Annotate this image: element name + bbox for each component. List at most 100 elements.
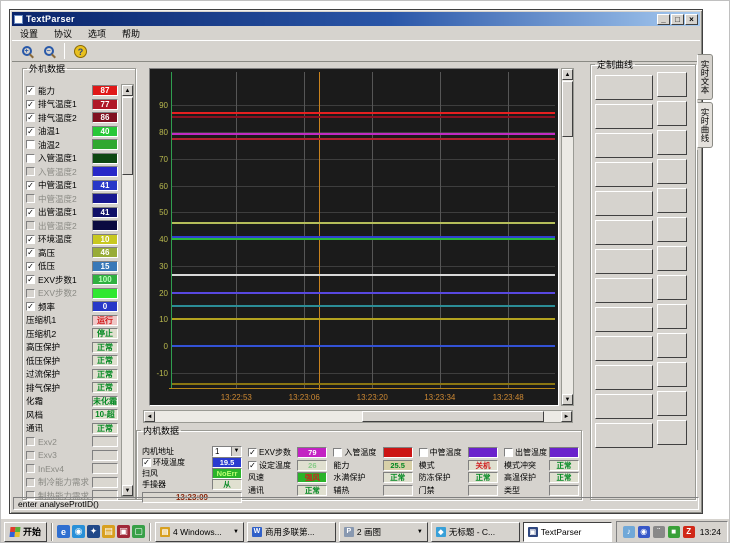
restore-button[interactable]: □: [671, 14, 684, 25]
custom-curve-value-slot[interactable]: [657, 159, 687, 184]
custom-curve-slot[interactable]: [595, 104, 653, 129]
checkbox[interactable]: ✓: [26, 181, 35, 190]
checkbox[interactable]: [26, 154, 35, 163]
checkbox[interactable]: ✓: [26, 127, 35, 136]
tray-icon-messenger[interactable]: ◉: [638, 526, 650, 538]
custom-curve-value-slot[interactable]: [657, 362, 687, 387]
checkbox[interactable]: ✓: [248, 461, 257, 470]
custom-curve-slot[interactable]: [595, 220, 653, 245]
scroll-up-icon[interactable]: ▲: [122, 85, 133, 96]
custom-curve-value-slot[interactable]: [657, 130, 687, 155]
notes-icon[interactable]: ▢: [132, 525, 145, 538]
messenger-icon[interactable]: ◉: [72, 525, 85, 538]
outdoor-scrollbar-thumb[interactable]: [122, 97, 133, 175]
custom-curve-slot[interactable]: [595, 249, 653, 274]
chart-plot[interactable]: 9080706050403020100-1013:22:5313:23:0613…: [171, 72, 555, 389]
y-tick-label: 60: [151, 182, 168, 191]
custom-curve-slot[interactable]: [595, 307, 653, 332]
taskbar-task-button[interactable]: ▣TextParser: [523, 522, 612, 542]
custom-curve-value-slot[interactable]: [657, 333, 687, 358]
checkbox[interactable]: ✓: [26, 86, 35, 95]
custom-curve-slot[interactable]: [595, 423, 653, 448]
checkbox[interactable]: [26, 140, 35, 149]
checkbox[interactable]: ✓: [26, 302, 35, 311]
checkbox[interactable]: [419, 448, 428, 457]
zoom-in-button[interactable]: +: [17, 42, 36, 60]
custom-curve-slot[interactable]: [595, 75, 653, 100]
chevron-down-icon[interactable]: ▼: [417, 529, 423, 535]
taskbar-task-button[interactable]: ▤4 Windows...▼: [155, 522, 244, 542]
custom-curve-value-slot[interactable]: [657, 101, 687, 126]
checkbox[interactable]: ✓: [142, 458, 151, 467]
zoom-out-button[interactable]: −: [39, 42, 58, 60]
checkbox[interactable]: ✓: [248, 448, 257, 457]
custom-curve-slot[interactable]: [595, 336, 653, 361]
custom-curve-value-slot[interactable]: [657, 420, 687, 445]
dock-tab-0[interactable]: 实时文本: [697, 54, 713, 100]
chevron-down-icon[interactable]: ▼: [231, 447, 241, 456]
custom-curve-value-slot[interactable]: [657, 246, 687, 271]
menu-item-1[interactable]: 协议: [54, 27, 72, 40]
custom-curve-value-slot[interactable]: [657, 304, 687, 329]
scroll-down-icon[interactable]: ▼: [122, 485, 133, 496]
menu-item-0[interactable]: 设置: [20, 27, 38, 40]
media-player-icon[interactable]: ✦: [87, 525, 100, 538]
dock-tab-1[interactable]: 实时曲线: [697, 102, 713, 148]
custom-curve-slot[interactable]: [595, 278, 653, 303]
custom-curve-value-slot[interactable]: [657, 217, 687, 242]
scroll-left-icon[interactable]: ◄: [144, 411, 155, 422]
checkbox[interactable]: ✓: [26, 275, 35, 284]
chart-vertical-scrollbar[interactable]: ▲ ▼: [561, 68, 574, 406]
checkbox[interactable]: [504, 448, 513, 457]
start-button[interactable]: 开始: [4, 522, 47, 542]
scroll-up-icon[interactable]: ▲: [562, 69, 573, 80]
chart-vscroll-thumb[interactable]: [562, 81, 573, 137]
custom-curve-slot[interactable]: [595, 191, 653, 216]
checkbox[interactable]: ✓: [26, 208, 35, 217]
scroll-right-icon[interactable]: ►: [561, 411, 572, 422]
custom-curve-slot[interactable]: [595, 394, 653, 419]
chevron-down-icon[interactable]: ▼: [233, 529, 239, 535]
mail-icon[interactable]: ▤: [102, 525, 115, 538]
help-button[interactable]: ?: [71, 42, 90, 60]
chart-horizontal-scrollbar[interactable]: ◄ ►: [143, 410, 573, 423]
close-button[interactable]: ×: [685, 14, 698, 25]
custom-curve-slot[interactable]: [595, 365, 653, 390]
tray-icon-antivirus[interactable]: ■: [668, 526, 680, 538]
security-icon[interactable]: ▣: [117, 525, 130, 538]
chart-hscroll-thumb[interactable]: [362, 411, 544, 422]
checkbox[interactable]: ✓: [26, 262, 35, 271]
checkbox[interactable]: ✓: [26, 248, 35, 257]
tray-icon-audio[interactable]: ♪: [623, 526, 635, 538]
titlebar[interactable]: TextParser _□×: [12, 12, 700, 26]
minimize-button[interactable]: _: [657, 14, 670, 25]
ie-icon[interactable]: e: [57, 525, 70, 538]
custom-curve-slot[interactable]: [595, 162, 653, 187]
checkbox[interactable]: [333, 448, 342, 457]
checkbox: [26, 437, 35, 446]
custom-curve-value-slot[interactable]: [657, 391, 687, 416]
taskbar-task-button[interactable]: P2 画图▼: [339, 522, 428, 542]
checkbox[interactable]: ✓: [26, 100, 35, 109]
outdoor-row: ✓能力87: [26, 84, 118, 98]
custom-curve-value-slot[interactable]: [657, 275, 687, 300]
indoor-row: ✓设定温度26: [248, 459, 327, 472]
tray-icon-input[interactable]: ¨: [653, 526, 665, 538]
custom-curve-rows: [591, 75, 695, 448]
checkbox[interactable]: ✓: [26, 235, 35, 244]
menu-item-3[interactable]: 帮助: [122, 27, 140, 40]
value-badge: [92, 166, 118, 177]
outdoor-scrollbar[interactable]: ▲ ▼: [121, 84, 134, 497]
chart-cursor-line[interactable]: [319, 72, 320, 390]
tray-icon-download[interactable]: Z: [683, 526, 695, 538]
taskbar-task-button[interactable]: ◆无标题 - C...: [431, 522, 520, 542]
taskbar-task-button[interactable]: W商用多联第...: [247, 522, 336, 542]
custom-curve-value-slot[interactable]: [657, 188, 687, 213]
scroll-down-icon[interactable]: ▼: [562, 394, 573, 405]
custom-curve-slot[interactable]: [595, 133, 653, 158]
custom-curve-value-slot[interactable]: [657, 72, 687, 97]
indoor-address-select[interactable]: 1▼: [212, 446, 242, 457]
checkbox[interactable]: ✓: [26, 113, 35, 122]
indoor-row: 模式冲突正常: [504, 459, 579, 472]
menu-item-2[interactable]: 选项: [88, 27, 106, 40]
